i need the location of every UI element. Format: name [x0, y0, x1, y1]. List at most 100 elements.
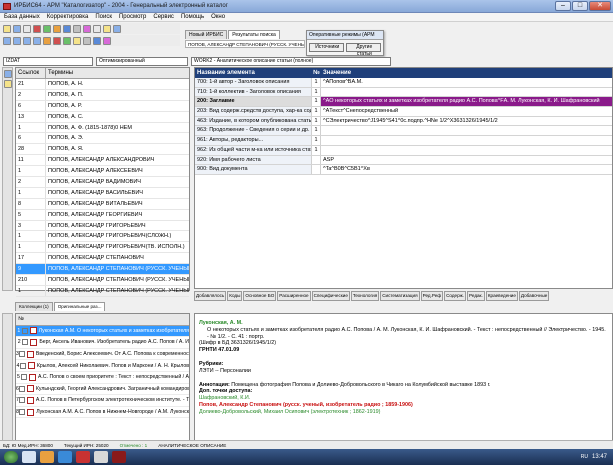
start-button[interactable] [4, 451, 18, 463]
term-row[interactable]: 17 ПОПОВ, АЛЕКСАНДР СТЕПАНОВИЧ [16, 253, 189, 265]
access-point-1[interactable]: Шафрановский, К.И. [199, 395, 608, 402]
related-record-row[interactable]: 6 Кулындский, Георгий Александрович. Загр… [16, 384, 189, 396]
field-value[interactable]: ^Ta^B0В^C5В1^Хв [321, 165, 612, 174]
worksheet-tab[interactable]: Добавочные [518, 291, 550, 301]
prev-record-icon[interactable] [13, 36, 21, 45]
menu-item-search[interactable]: Поиск [95, 13, 112, 22]
next-record-icon[interactable] [23, 36, 31, 45]
tab-original[interactable]: Оригинальные раз... [53, 302, 106, 311]
export-icon[interactable] [113, 24, 121, 33]
worksheet-tab[interactable]: Добавлялось [194, 291, 227, 301]
minimize-button[interactable]: – [555, 1, 571, 11]
field-value[interactable]: ASP [321, 156, 612, 165]
taskbar-app-explorer-icon[interactable] [22, 451, 36, 463]
other-articles-button[interactable]: Другие статьи [345, 43, 381, 57]
first-record-icon[interactable] [3, 36, 11, 45]
mark-checkbox[interactable] [18, 397, 25, 404]
related-record-row[interactable]: 8 Луконская А.М. А.С. Попов в Нижнем-Новг… [16, 407, 189, 419]
term-row[interactable]: 210 ПОПОВ, АЛЕКСАНДР СТЕПАНОВИЧ (РУССК. У… [16, 275, 189, 286]
related-record-row[interactable]: 5 А.С. Попов о своем приоритете : Текст :… [16, 372, 189, 384]
mark-checkbox[interactable] [21, 327, 28, 334]
unmark-icon[interactable] [53, 36, 61, 45]
term-row[interactable]: 11 ПОПОВ, АЛЕКСАНДР АЛЕКСАНДРОВИЧ [16, 155, 189, 167]
term-row[interactable]: 2 ПОПОВ, А. П. [16, 89, 189, 101]
term-row[interactable]: 1 ПОПОВ, АЛЕКСАНДР СТЕПАНОВИЧ (РУССК. УЧЕ… [16, 285, 189, 297]
menu-item-edit[interactable]: Корректировка [47, 13, 89, 22]
term-row[interactable]: 9 ПОПОВ, АЛЕКСАНДР СТЕПАНОВИЧ (РУССК. УЧЕ… [16, 264, 189, 276]
related-record-row[interactable]: 7 А.С. Попов в Петербургском электротехни… [16, 395, 189, 407]
related-record-row[interactable]: 3 Введенский, Борис Алексеевич. От А.С. П… [16, 349, 189, 361]
field-row[interactable]: 203: Вид содерж.средств доступа, хар-ка … [195, 107, 612, 117]
term-row[interactable]: 8 ПОПОВ, АЛЕКСАНДР ВИТАЛЬЕВИЧ [16, 198, 189, 210]
access-point-2[interactable]: Попов, Александр Степанович (русск. учен… [199, 402, 608, 409]
field-row[interactable]: 920: Имя рабочего листа ASP [195, 155, 612, 166]
field-value[interactable]: ^AТекст^Cнепосредственный [321, 107, 612, 116]
related-record-row[interactable]: 1 Луконская А.М. О некоторых статьях и за… [16, 325, 189, 338]
menu-item-database[interactable]: База данных [4, 13, 40, 22]
field-value[interactable] [321, 88, 612, 97]
mark-checkbox[interactable] [19, 362, 26, 369]
term-row[interactable]: 21 ПОПОВ, А. Н. [16, 79, 189, 90]
format-select[interactable]: WORK2 - Аналитическое описание статьи (п… [191, 56, 391, 66]
copy-icon[interactable] [53, 24, 61, 33]
field-row[interactable]: 700: 1-й автор - Заголовок описания 1 ^AПо… [195, 78, 612, 88]
close-button[interactable]: ✕ [589, 1, 611, 11]
mark-checkbox[interactable] [22, 339, 29, 346]
worksheet-tab[interactable]: Расширенное [277, 291, 311, 301]
worksheet-tab[interactable]: Краеведение [485, 291, 518, 301]
term-row[interactable]: 1 ПОПОВ, А. Ф. (1815-1878)0 НЕМ [16, 122, 189, 134]
worksheet-tab[interactable]: Основное БО [243, 291, 277, 301]
tab-collections[interactable]: Коллекции (1) [15, 302, 53, 311]
access-point-3[interactable]: Долиево-Добровольский, Михаил Осипович (… [199, 409, 608, 416]
settings-icon[interactable] [93, 24, 101, 33]
term-row[interactable]: 5 ПОПОВ, АЛЕКСАНДР ГЕОРГИЕВИЧ [16, 209, 189, 221]
field-value[interactable] [321, 146, 612, 155]
related-record-row[interactable]: 2 Берг, Аксель Иванович. Изобретатель рад… [16, 337, 189, 349]
sources-button[interactable]: Источники [309, 43, 344, 52]
field-value[interactable]: ^AПопов^BА.М. [321, 78, 612, 87]
menu-item-window[interactable]: Окно [211, 13, 225, 22]
col-header-term[interactable]: Термины [46, 68, 73, 79]
info-icon[interactable] [93, 36, 101, 45]
mark-checkbox[interactable] [18, 385, 25, 392]
thesaurus-icon[interactable] [4, 80, 12, 88]
lock-icon[interactable] [73, 36, 81, 45]
field-row[interactable]: 900: Вид документа ^Ta^B0В^C5В1^Хв [195, 165, 612, 175]
folder-icon[interactable] [103, 24, 111, 33]
term-row[interactable]: 1 ПОПОВ, АЛЕКСАНДР ВАСИЛЬЕВИЧ [16, 187, 189, 199]
tab-new-irbis[interactable]: Новый ИРБИС [185, 30, 228, 39]
worksheet-tab[interactable]: Коды [227, 291, 243, 301]
menu-item-service[interactable]: Сервис [153, 13, 174, 22]
term-row[interactable]: 1 ПОПОВ, АЛЕКСАНДР ГРИГОРЬЕВИЧ(ТВ. ИСПОЛН… [16, 242, 189, 254]
mark-icon[interactable] [43, 36, 51, 45]
worksheet-tab[interactable]: Ред.Реф [420, 291, 444, 301]
tab-search-results[interactable]: Результаты поиска [228, 30, 280, 39]
term-row[interactable]: 28 ПОПОВ, А. Я. [16, 144, 189, 156]
field-row[interactable]: 200: Заглавие 1 ^AO некоторых статьях и за… [195, 97, 612, 108]
field-value[interactable] [321, 136, 612, 145]
col-header-count[interactable]: Ссылок [16, 67, 46, 79]
related-record-row[interactable]: 4 Крылов, Алексей Николаевич. Попов и Мар… [16, 360, 189, 372]
menu-item-view[interactable]: Просмотр [119, 13, 146, 22]
term-row[interactable]: 6 ПОПОВ, А. Р. [16, 100, 189, 112]
mark-checkbox[interactable] [20, 374, 27, 381]
refresh-icon[interactable] [83, 36, 91, 45]
taskbar-app-ie-icon[interactable] [58, 451, 72, 463]
taskbar-app-docs-icon[interactable] [94, 451, 108, 463]
worksheet-tab[interactable]: Систематизация [380, 291, 420, 301]
field-value[interactable] [321, 126, 612, 135]
worksheet-tab[interactable]: Редак. [467, 291, 485, 301]
term-row[interactable]: 3 ПОПОВ, АЛЕКСАНДР ГРИГОРЬЕВИЧ [16, 220, 189, 232]
field-row[interactable]: 962: Из общей части м-ка или источника с… [195, 145, 612, 156]
rubric-value[interactable]: ЛЭТИ -- Персоналии [199, 368, 608, 375]
field-row[interactable]: 463: Издание, в котором опубликована ста… [195, 116, 612, 127]
format-icon[interactable] [83, 24, 91, 33]
taskbar-app-reader-icon[interactable] [112, 451, 126, 463]
open-icon[interactable] [3, 24, 11, 33]
filter-icon[interactable] [73, 24, 81, 33]
mode-select[interactable]: Оптимизированный [96, 56, 188, 66]
worksheet-tab[interactable]: Технология [350, 291, 380, 301]
taskbar-app-browser-icon[interactable] [40, 451, 54, 463]
term-row[interactable]: 2 ПОПОВ, АЛЕКСАНДР ВАДИМОВИЧ [16, 177, 189, 188]
link-icon[interactable] [103, 36, 111, 45]
